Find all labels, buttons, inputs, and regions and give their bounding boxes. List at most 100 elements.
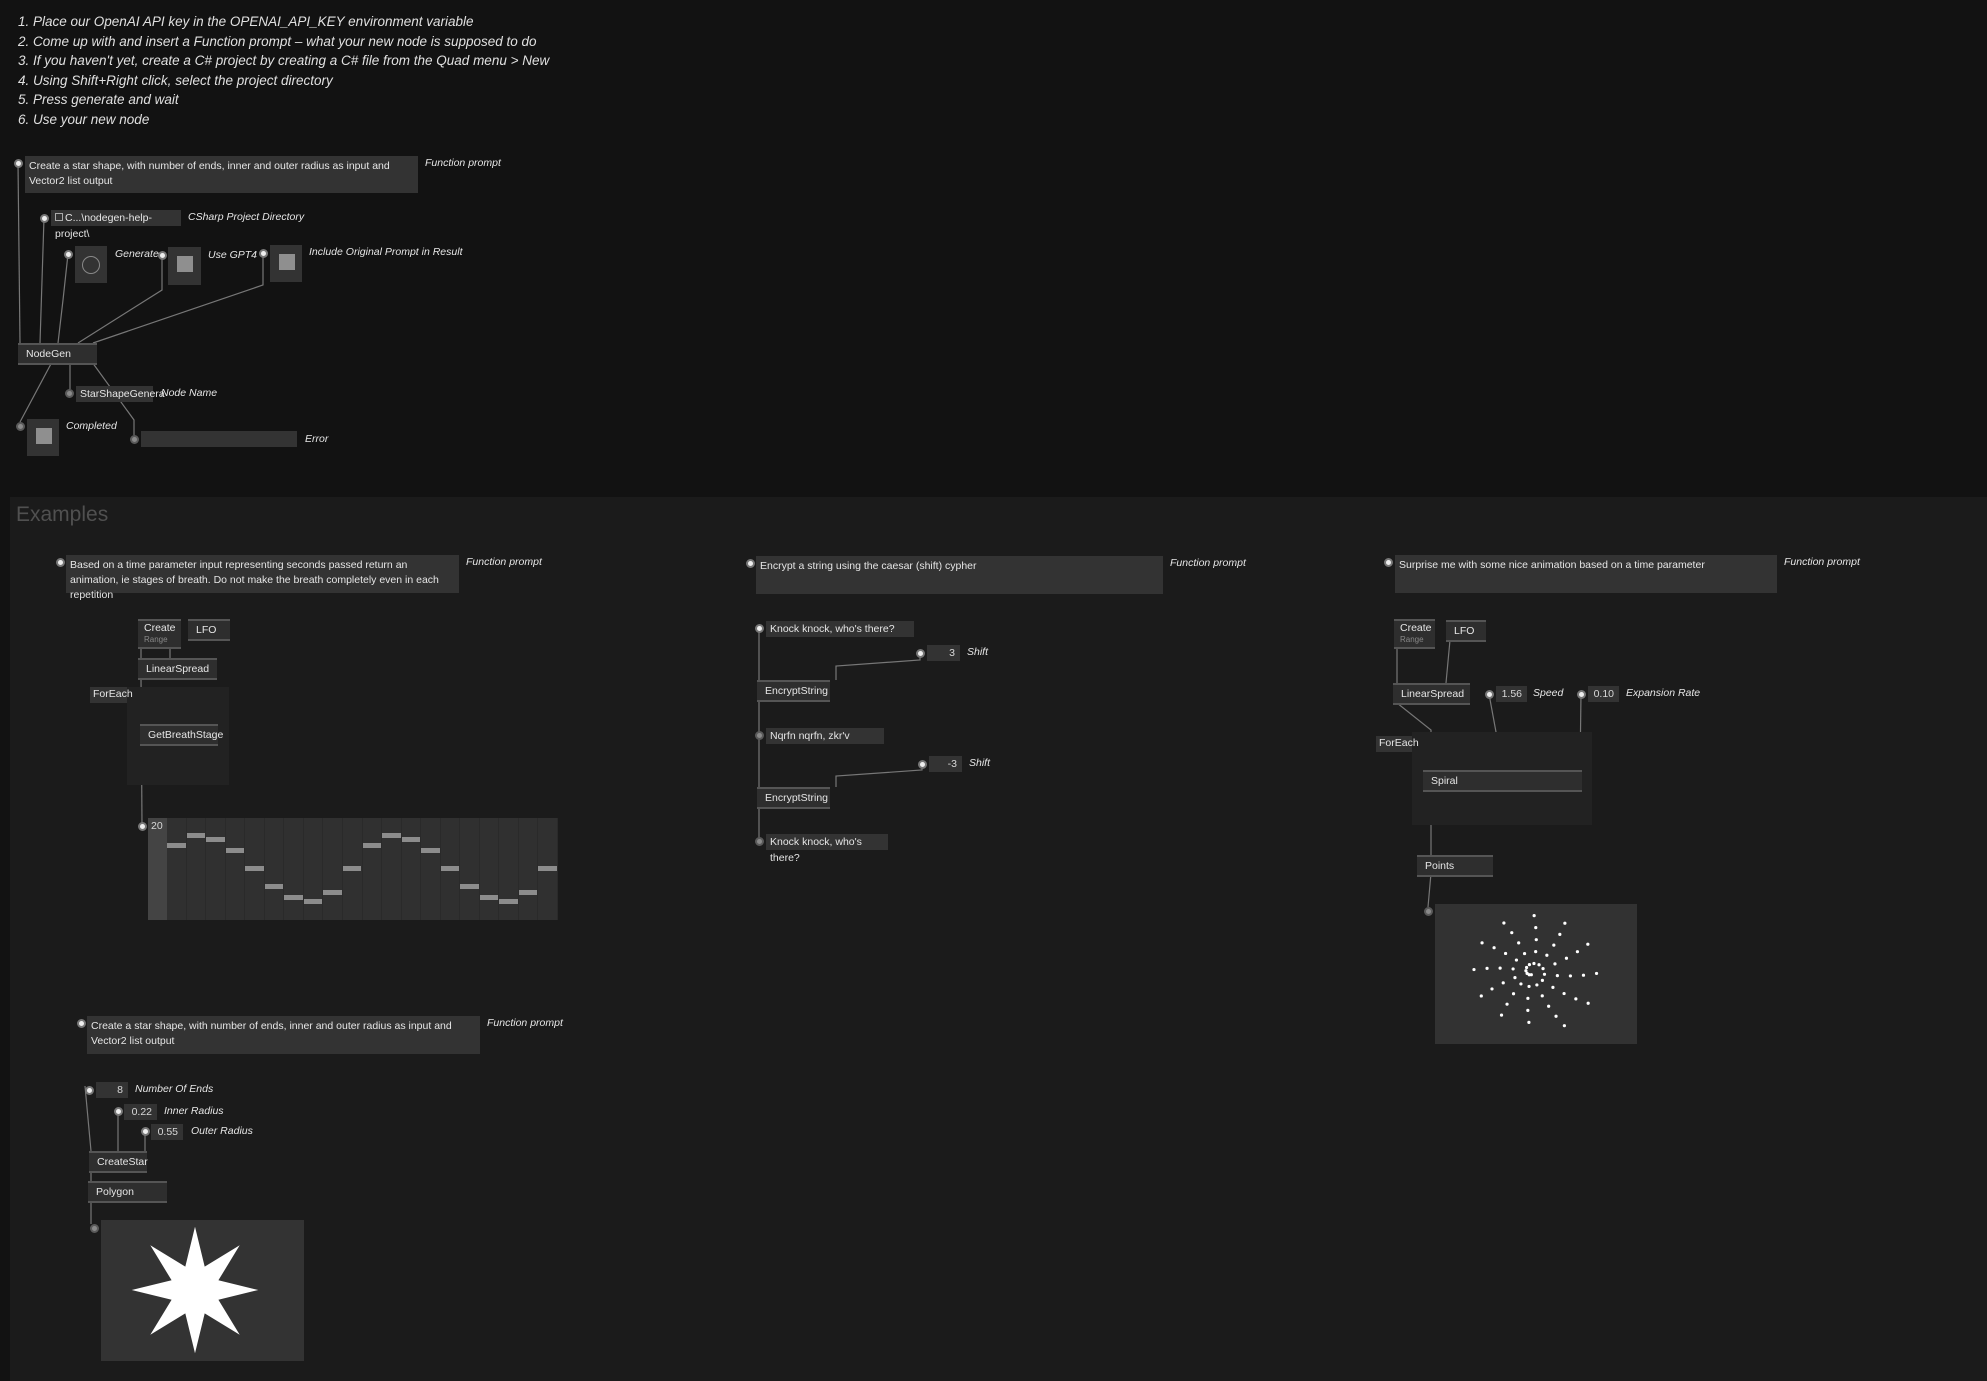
value-bar[interactable] [284, 894, 303, 900]
value-bar[interactable] [342, 866, 362, 871]
polygon-node[interactable]: Polygon [88, 1181, 167, 1203]
spiral-node[interactable]: Spiral [1423, 770, 1582, 792]
outer-radius-input[interactable]: 0.55 [151, 1124, 183, 1140]
function-prompt-input[interactable]: Create a star shape, with number of ends… [25, 156, 418, 193]
node-name-pin[interactable] [65, 389, 74, 398]
create-range-node[interactable]: Create Range [138, 619, 181, 649]
output-pin[interactable] [90, 1224, 99, 1233]
encryptstring-node[interactable]: EncryptString [757, 680, 830, 702]
shift-pin[interactable] [916, 649, 925, 658]
completed-pin[interactable] [16, 422, 25, 431]
value-bar[interactable] [382, 833, 401, 839]
spiral-point [1542, 972, 1547, 976]
outer-pin[interactable] [141, 1127, 150, 1136]
encrypted-output[interactable]: Nqrfn nqrfn, zkr'v [766, 728, 884, 744]
value-bar[interactable] [460, 884, 479, 890]
star-preview [101, 1220, 304, 1361]
output-pin[interactable] [1424, 907, 1433, 916]
string-input[interactable]: Knock knock, who's there? [766, 621, 914, 637]
error-pin[interactable] [130, 435, 139, 444]
input-pin[interactable] [755, 624, 764, 633]
gpt4-pin[interactable] [158, 251, 167, 260]
values-pin[interactable] [138, 822, 147, 831]
spiral-point [1511, 967, 1515, 971]
value-bar[interactable] [479, 894, 499, 900]
prompt-pin[interactable] [77, 1019, 86, 1028]
prompt-pin[interactable] [746, 559, 755, 568]
prompt-pin[interactable] [1384, 558, 1393, 567]
getbreathstage-node[interactable]: GetBreathStage [140, 724, 223, 746]
spiral-point [1479, 994, 1483, 998]
include-pin[interactable] [259, 249, 268, 258]
inner-pin[interactable] [114, 1107, 123, 1116]
gpt4-toggle[interactable] [168, 247, 201, 285]
inner-radius-input[interactable]: 0.22 [124, 1104, 157, 1120]
createstar-node[interactable]: CreateStar [89, 1151, 148, 1173]
column-divider [498, 818, 500, 920]
spiral-point [1511, 992, 1516, 996]
generate-button[interactable] [75, 246, 107, 283]
value-bar[interactable] [323, 890, 342, 896]
generate-pin[interactable] [64, 250, 73, 259]
value-bar[interactable] [421, 847, 440, 853]
rate-input[interactable]: 0.10 [1588, 686, 1619, 702]
value-bar[interactable] [167, 842, 186, 848]
spiral-point [1553, 962, 1557, 966]
value-bar[interactable] [499, 898, 518, 904]
shift-pin[interactable] [918, 760, 927, 769]
value-bar[interactable] [206, 837, 225, 843]
speed-input[interactable]: 1.56 [1496, 686, 1527, 702]
value-bar[interactable] [225, 847, 245, 853]
star-shape [131, 1226, 259, 1354]
star-prompt-input[interactable]: Create a star shape, with number of ends… [87, 1016, 480, 1054]
value-bar-editor[interactable]: 20 [148, 818, 558, 920]
caesar-prompt-input[interactable]: Encrypt a string using the caesar (shift… [756, 556, 1163, 594]
linearspread-node[interactable]: LinearSpread [138, 658, 217, 680]
directory-pin[interactable] [40, 214, 49, 223]
spiral-point [1552, 943, 1556, 947]
node-title: Create [1400, 622, 1432, 634]
value-bar[interactable] [440, 866, 460, 871]
gpt4-label: Use GPT4 [208, 249, 258, 261]
step: 2. Come up with and insert a Function pr… [18, 33, 537, 49]
breath-prompt-input[interactable]: Based on a time parameter input represen… [66, 555, 459, 601]
lfo-node[interactable]: LFO [188, 619, 230, 641]
linearspread-node[interactable]: LinearSpread [1393, 683, 1470, 705]
speed-pin[interactable] [1485, 690, 1494, 699]
spiral-point [1555, 974, 1559, 978]
value-bar[interactable] [538, 866, 557, 871]
prompt-pin[interactable] [56, 558, 65, 567]
value-bar[interactable] [245, 866, 264, 871]
value-bar[interactable] [264, 884, 284, 890]
step: 1. Place our OpenAI API key in the OPENA… [18, 14, 474, 29]
spiral-point [1519, 982, 1523, 986]
nodegen-node[interactable]: NodeGen [18, 343, 97, 365]
value-bar[interactable] [303, 898, 323, 904]
value-bar[interactable] [401, 837, 421, 843]
value-bar[interactable] [362, 842, 382, 848]
include-prompt-toggle[interactable] [270, 245, 302, 282]
points-node[interactable]: Points [1417, 855, 1493, 877]
value-bar[interactable] [518, 890, 538, 896]
error-output[interactable] [141, 431, 297, 447]
rate-pin[interactable] [1577, 690, 1586, 699]
encryptstring-node[interactable]: EncryptString [757, 787, 830, 809]
prompt-pin[interactable] [14, 159, 23, 168]
generate-label: Generate [115, 248, 159, 260]
output-pin[interactable] [755, 731, 764, 740]
lfo-node[interactable]: LFO [1446, 620, 1486, 642]
shift-input[interactable]: -3 [929, 756, 962, 772]
ends-input[interactable]: 8 [96, 1082, 128, 1098]
wire [1445, 639, 1451, 684]
value-bar[interactable] [186, 833, 206, 839]
shift-input[interactable]: 3 [927, 645, 960, 661]
spiral-prompt-input[interactable]: Surprise me with some nice animation bas… [1395, 555, 1777, 593]
node-name-output[interactable]: StarShapeGenera [76, 386, 165, 402]
create-range-node[interactable]: Create Range [1394, 619, 1435, 649]
spiral-point [1540, 978, 1545, 982]
decrypted-output[interactable]: Knock knock, who's there? [766, 834, 888, 864]
examples-title: Examples [16, 503, 109, 526]
output-pin[interactable] [755, 837, 764, 846]
ends-pin[interactable] [85, 1086, 94, 1095]
directory-input[interactable]: C...\nodegen-help-project\ [51, 210, 181, 240]
